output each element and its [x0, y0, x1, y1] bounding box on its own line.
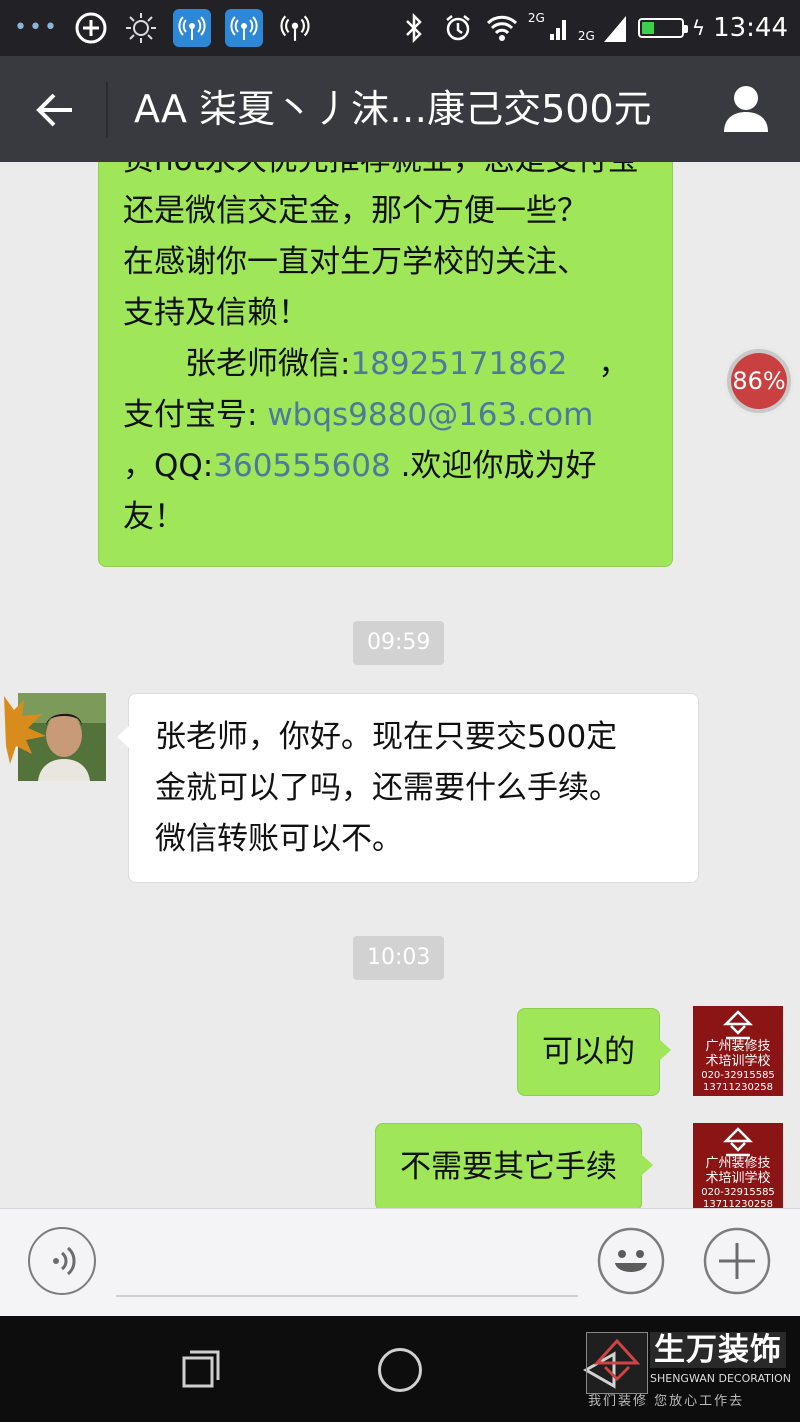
wifi-hotspot-icon — [172, 9, 211, 47]
sent-message-long[interactable]: 资not永久优先推荐就业，您是支付宝 还是微信交定金，那个方便一些？ 在感谢你一… — [98, 162, 673, 567]
alarm-icon — [440, 10, 476, 46]
chat-title: AA 柒夏丶丿沫…康己交500元 — [134, 87, 652, 131]
charging-icon: ϟ — [691, 16, 706, 40]
bluetooth-icon — [396, 10, 432, 46]
message-line: 张老师，你好。现在只要交500定 — [155, 719, 618, 755]
message-line: 支持及信赖！ — [123, 295, 309, 331]
watermark-name: 生万装饰 — [650, 1332, 786, 1368]
message-line: 资not永久优先推荐就业，您是支付宝 — [123, 162, 658, 186]
bubble-tail — [659, 1039, 671, 1061]
brightness-icon — [123, 10, 159, 46]
chat-header: AA 柒夏丶丿沫…康己交500元 — [0, 56, 800, 162]
watermark-english: SHENGWAN DECORATION — [650, 1372, 791, 1385]
school-name-line: 广州装修技 — [705, 1156, 771, 1171]
qq-number-link[interactable]: 360555608 — [213, 448, 391, 484]
bubble-tail — [117, 726, 129, 748]
message-line: 还是微信交定金，那个方便一些？ — [123, 193, 588, 229]
school-name-line: 广州装修技 — [705, 1039, 771, 1054]
message-line: 金就可以了吗，还需要什么手续。 — [155, 770, 620, 806]
timestamp: 10:03 — [353, 936, 445, 980]
wifi-icon — [484, 10, 520, 46]
sent-message[interactable]: 不需要其它手续 — [375, 1123, 653, 1208]
watermark: 生万装饰 SHENGWAN DECORATION 我们装修 您放心工作去 — [586, 1332, 792, 1412]
status-time: 13:44 — [713, 13, 788, 43]
chat-area[interactable]: 资not永久优先推荐就业，您是支付宝 还是微信交定金，那个方便一些？ 在感谢你一… — [0, 162, 800, 1208]
message-input[interactable] — [116, 1295, 578, 1297]
wechat-number-link[interactable]: 18925171862 — [350, 346, 567, 382]
more-dots-icon: ••• — [14, 15, 59, 40]
message-line: 张老师微信:18925171862 ， — [123, 339, 658, 390]
back-arrow-icon[interactable] — [28, 82, 84, 138]
badge-percent: 86% — [732, 367, 786, 395]
school-phone: 020-32915585 — [701, 1070, 775, 1081]
school-name-line: 术培训学校 — [705, 1171, 771, 1186]
school-avatar[interactable]: 广州装修技 术培训学校 020-32915585 13711230258 — [693, 1006, 783, 1096]
message-line: ，QQ:360555608 .欢迎你成为好 — [123, 441, 658, 492]
school-logo-icon — [723, 1127, 753, 1157]
email-link[interactable]: wbqs9880@163.com — [267, 397, 593, 433]
school-phone: 13711230258 — [703, 1082, 773, 1093]
input-bar — [0, 1208, 800, 1317]
home-icon[interactable] — [378, 1348, 422, 1392]
message-text: 可以的 — [542, 1034, 635, 1070]
wifi-hotspot-icon — [224, 9, 263, 47]
watermark-slogan: 我们装修 您放心工作去 — [588, 1394, 745, 1409]
message-line: 微信转账可以不。 — [155, 821, 403, 857]
alipay-label: 支付宝号: — [123, 397, 268, 433]
school-avatar[interactable]: 广州装修技 术培训学校 020-32915585 13711230258 — [693, 1123, 783, 1208]
message-line: 在感谢你一直对生万学校的关注、 — [123, 244, 588, 280]
voice-icon[interactable] — [28, 1227, 96, 1295]
school-name-line: 术培训学校 — [705, 1054, 771, 1069]
header-divider — [106, 82, 108, 138]
qq-label: ，QQ: — [123, 448, 214, 484]
received-message[interactable]: 张老师，你好。现在只要交500定 金就可以了吗，还需要什么手续。 微信转账可以不… — [117, 693, 699, 883]
emoji-icon[interactable] — [597, 1227, 665, 1295]
message-line: 支付宝号: wbqs9880@163.com — [123, 390, 658, 441]
timestamp: 09:59 — [353, 621, 445, 665]
maple-leaf-icon — [0, 690, 52, 770]
circle-plus-icon — [73, 10, 109, 46]
floating-speed-badge[interactable]: 86% — [724, 346, 794, 416]
sent-message[interactable]: 可以的 — [517, 1008, 671, 1096]
message-line: 友！ — [123, 499, 185, 535]
line-tail: ， — [567, 346, 630, 382]
plus-icon[interactable] — [703, 1227, 771, 1295]
wechat-label: 张老师微信: — [123, 346, 351, 382]
watermark-logo-icon — [586, 1332, 648, 1394]
signal-icon: 2G — [578, 10, 630, 46]
message-text: 不需要其它手续 — [400, 1149, 617, 1185]
person-icon[interactable] — [720, 82, 772, 134]
recent-apps-icon[interactable] — [182, 1350, 220, 1388]
school-phone: 13711230258 — [703, 1199, 773, 1208]
school-logo-icon — [723, 1010, 753, 1040]
status-bar: ••• 2G 2G ϟ 13:44 — [0, 0, 800, 56]
battery-icon — [637, 18, 688, 38]
school-phone: 020-32915585 — [701, 1187, 775, 1198]
signal-icon: 2G — [528, 10, 570, 46]
line-tail: .欢迎你成为好 — [390, 448, 597, 484]
bubble-tail — [641, 1154, 653, 1176]
wifi-hotspot-icon — [277, 10, 313, 46]
